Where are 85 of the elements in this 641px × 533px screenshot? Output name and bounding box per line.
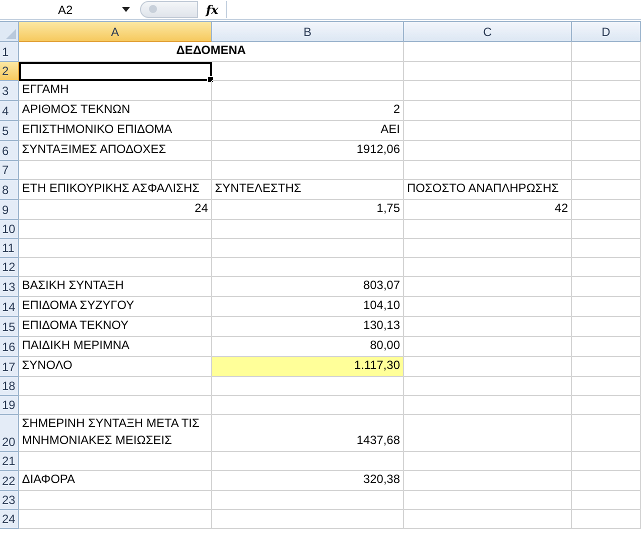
table-cell: 320,38	[212, 471, 404, 491]
empty-cell	[572, 239, 641, 258]
row-header[interactable]: 10	[0, 220, 19, 239]
table-cell: ΠΟΣΟΣΤΟ ΑΝΑΠΛΗΡΩΣΗΣ	[404, 180, 572, 200]
table-cell: 130,13	[212, 317, 404, 337]
row-header[interactable]: 20	[0, 415, 19, 452]
splitter-handle[interactable]	[140, 1, 198, 18]
empty-cell	[572, 101, 641, 121]
caret-icon[interactable]	[122, 7, 130, 12]
cell-reference: A2	[58, 2, 73, 16]
row-header[interactable]: 4	[0, 101, 19, 121]
row-header[interactable]: 6	[0, 141, 19, 161]
empty-cell	[572, 141, 641, 161]
row-header[interactable]: 13	[0, 277, 19, 297]
empty-cell	[572, 258, 641, 277]
empty-cell	[572, 317, 641, 337]
table-cell: 1,75	[212, 200, 404, 220]
empty-cell	[572, 161, 641, 180]
row-header[interactable]: 24	[0, 510, 19, 529]
empty-cell	[572, 415, 641, 452]
empty-cell	[572, 452, 641, 471]
column-header[interactable]: A	[19, 22, 212, 42]
empty-cell	[572, 42, 641, 62]
empty-cell	[572, 121, 641, 141]
column-header[interactable]: D	[572, 22, 641, 42]
column-header[interactable]: B	[212, 22, 404, 42]
table-cell: ΠΑΙΔΙΚΗ ΜΕΡΙΜΝΑ	[19, 337, 212, 357]
sheet-title: ΔΕΔΟΜΕΝΑ	[19, 42, 404, 62]
empty-cell	[572, 471, 641, 491]
row-header[interactable]: 18	[0, 377, 19, 396]
row-header[interactable]: 21	[0, 452, 19, 471]
table-cell: 104,10	[212, 297, 404, 317]
row-header[interactable]: 7	[0, 161, 19, 180]
table-cell: ΔΙΑΦΟΡΑ	[19, 471, 212, 491]
table-cell: 803,07	[212, 277, 404, 297]
empty-cell	[572, 337, 641, 357]
row-header[interactable]: 3	[0, 81, 19, 101]
empty-cell	[572, 377, 641, 396]
row-header[interactable]: 23	[0, 491, 19, 510]
row-header[interactable]: 19	[0, 396, 19, 415]
column-header[interactable]: C	[404, 22, 572, 42]
empty-cell	[572, 396, 641, 415]
name-box[interactable]: A2	[0, 1, 140, 18]
empty-cell	[572, 180, 641, 200]
row-header[interactable]: 9	[0, 200, 19, 220]
empty-cell	[572, 491, 641, 510]
row-header[interactable]: 17	[0, 357, 19, 377]
row-header[interactable]: 2	[0, 62, 19, 81]
table-cell: ΕΠΙΔΟΜΑ ΣΥΖΥΓΟΥ	[19, 297, 212, 317]
table-cell: 1.117,30	[212, 357, 404, 377]
table-cell: ΣΥΝΟΛΟ	[19, 357, 212, 377]
table-cell: ΕΠΙΣΤΗΜΟΝΙΚΟ ΕΠΙΔΟΜΑ	[19, 121, 212, 141]
row-header[interactable]: 8	[0, 180, 19, 200]
row-header[interactable]: 1	[0, 42, 19, 62]
empty-cell	[572, 62, 641, 81]
table-cell: 1437,68	[212, 415, 404, 452]
row-header[interactable]: 15	[0, 317, 19, 337]
empty-cell	[572, 81, 641, 101]
table-cell: 42	[404, 200, 572, 220]
row-header[interactable]: 11	[0, 239, 19, 258]
table-cell: ΒΑΣΙΚΗ ΣΥΝΤΑΞΗ	[19, 277, 212, 297]
table-cell: ΕΠΙΔΟΜΑ ΤΕΚΝΟΥ	[19, 317, 212, 337]
table-cell: 1912,06	[212, 141, 404, 161]
empty-cell	[572, 510, 641, 529]
table-cell: 2	[212, 101, 404, 121]
row-header[interactable]: 16	[0, 337, 19, 357]
table-cell: ΕΓΓΑΜΗ	[19, 81, 212, 101]
table-cell: ΑΕΙ	[212, 121, 404, 141]
empty-cell	[572, 277, 641, 297]
row-header[interactable]: 12	[0, 258, 19, 277]
table-cell: 24	[19, 200, 212, 220]
row-header[interactable]: 22	[0, 471, 19, 491]
table-cell: ΣΗΜΕΡΙΝΗ ΣΥΝΤΑΞΗ ΜΕΤΑ ΤΙΣ ΜΝΗΜΟΝΙΑΚΕΣ ΜΕΙΩΣΕΙΣ	[19, 415, 212, 452]
empty-cell	[572, 297, 641, 317]
triangle-icon	[6, 29, 16, 39]
row-header[interactable]: 5	[0, 121, 19, 141]
row-header[interactable]: 14	[0, 297, 19, 317]
table-cell: ΑΡΙΘΜΟΣ ΤΕΚΝΩΝ	[19, 101, 212, 121]
table-cell: ΣΥΝΤΑΞΙΜΕΣ ΑΠΟΔΟΧΕΣ	[19, 141, 212, 161]
empty-cell	[572, 220, 641, 239]
empty-cell	[572, 357, 641, 377]
empty-cell	[572, 200, 641, 220]
table-cell: ΕΤΗ ΕΠΙΚΟΥΡΙΚΗΣ ΑΣΦΑΛΙΣΗΣ	[19, 180, 212, 200]
selected-cell[interactable]	[19, 62, 212, 81]
table-cell: ΣΥΝΤΕΛΕΣΤΗΣ	[212, 180, 404, 200]
